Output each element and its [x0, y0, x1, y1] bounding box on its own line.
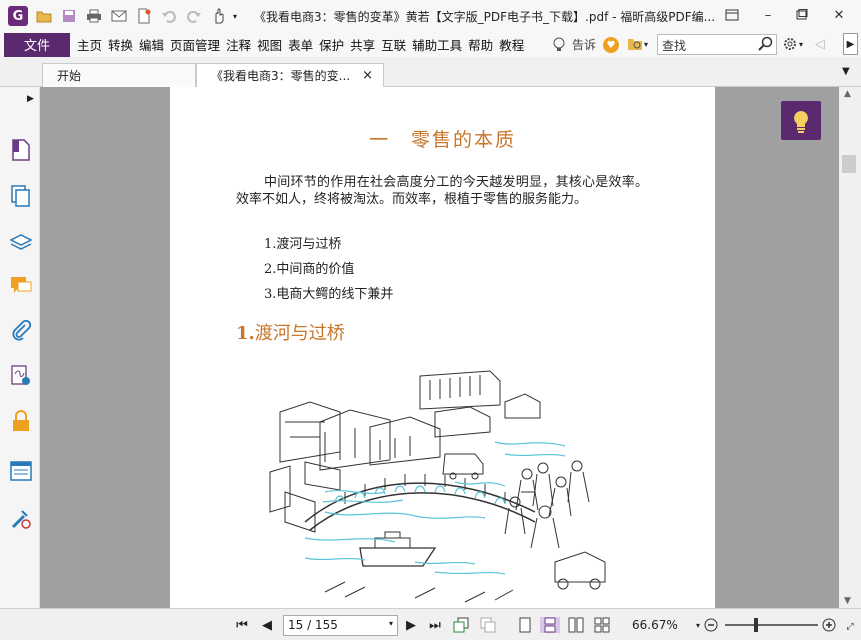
attachments-icon[interactable]: [10, 320, 32, 342]
layers-icon[interactable]: [10, 231, 32, 253]
previous-view-icon[interactable]: [453, 617, 469, 633]
tab-list-dropdown-icon[interactable]: ▼: [842, 66, 850, 77]
menu-home[interactable]: 主页: [74, 35, 105, 54]
menu-view[interactable]: 视图: [254, 35, 285, 54]
page-dropdown-icon[interactable]: ▾: [389, 619, 393, 628]
signatures-icon[interactable]: [10, 365, 32, 387]
tab-document-label: 《我看电商3：零售的变...: [211, 69, 351, 83]
tips-lightbulb-button[interactable]: [781, 101, 821, 140]
file-menu-button[interactable]: 文件: [4, 32, 70, 57]
zoom-slider-handle[interactable]: [754, 618, 758, 632]
scroll-thumb[interactable]: [842, 155, 856, 173]
continuous-facing-view-icon[interactable]: [594, 617, 610, 633]
title-bar: G ▾ 《我看电商3：零售的变革》黄若【文字版_PDF电子书_下载】.pdf -…: [0, 0, 861, 32]
menu-connect[interactable]: 互联: [378, 35, 409, 54]
scroll-down-icon[interactable]: ▼: [844, 596, 851, 606]
app-logo-icon[interactable]: G: [8, 6, 28, 26]
zoom-in-icon[interactable]: [821, 617, 837, 633]
expand-panel-icon[interactable]: ▶: [27, 94, 34, 104]
form-fields-icon[interactable]: [10, 460, 32, 482]
menu-share[interactable]: 共享: [347, 35, 378, 54]
zoom-level[interactable]: 66.67%: [632, 618, 678, 632]
tab-close-icon[interactable]: ×: [362, 68, 373, 83]
intro-paragraph: 中间环节的作用在社会高度分工的今天越发明显，其核心是效率。效率不如人，终将被淘汰…: [236, 175, 648, 207]
thumbnails-icon[interactable]: [10, 185, 32, 207]
zoom-out-icon[interactable]: [703, 617, 719, 633]
vertical-scrollbar[interactable]: ▲ ▼: [839, 87, 861, 608]
zoom-slider-track[interactable]: [725, 618, 818, 632]
pages-panel-icon[interactable]: [10, 139, 32, 161]
minimize-icon[interactable]: –: [758, 6, 778, 24]
toc-item: 2.中间商的价值: [264, 262, 355, 277]
redo-icon[interactable]: [185, 7, 203, 25]
menu-form[interactable]: 表单: [285, 35, 316, 54]
previous-page-icon[interactable]: ◀: [259, 617, 275, 633]
ribbon-toggle-icon[interactable]: [722, 6, 742, 24]
menu-edit[interactable]: 编辑: [136, 35, 167, 54]
first-page-icon[interactable]: ⏮: [234, 617, 250, 633]
navigation-sidebar: ▶: [0, 87, 45, 608]
heart-icon[interactable]: ♥: [603, 37, 619, 53]
tell-me[interactable]: 告诉: [552, 36, 596, 53]
menu-items: 主页 转换 编辑 页面管理 注释 视图 表单 保护 共享 互联 辅助工具 帮助 …: [74, 35, 527, 54]
security-lock-icon[interactable]: [10, 410, 32, 432]
tab-bar: 开始 《我看电商3：零售的变... × ▼: [0, 57, 861, 87]
status-bar: ⏮ ◀ 15 / 155 ▾ ▶ ⏭ 66.67% ▾ ⤢: [0, 608, 861, 640]
email-icon[interactable]: [110, 7, 128, 25]
last-page-icon[interactable]: ⏭: [427, 617, 443, 633]
document-viewport[interactable]: 一 零售的本质 中间环节的作用在社会高度分工的今天越发明显，其核心是效率。效率不…: [40, 87, 839, 608]
search-icon[interactable]: [758, 36, 774, 55]
menu-protect[interactable]: 保护: [316, 35, 347, 54]
undo-icon[interactable]: [160, 7, 178, 25]
hand-tool-icon[interactable]: [210, 7, 228, 25]
ribbon-scroll-left-icon[interactable]: ◁: [815, 37, 825, 52]
pdf-page: 一 零售的本质 中间环节的作用在社会高度分工的今天越发明显，其核心是效率。效率不…: [170, 87, 715, 608]
toc-item: 1.渡河与过桥: [264, 237, 342, 252]
save-icon[interactable]: [60, 7, 78, 25]
toc-item: 3.电商大鳄的线下兼并: [264, 287, 394, 302]
lightbulb-icon: [553, 37, 565, 51]
scroll-up-icon[interactable]: ▲: [844, 89, 851, 99]
maximize-icon[interactable]: [792, 6, 812, 24]
window-title: 《我看电商3：零售的变革》黄若【文字版_PDF电子书_下载】.pdf - 福昕高…: [254, 9, 716, 24]
settings-icon[interactable]: ▾: [782, 36, 803, 52]
continuous-view-icon[interactable]: [540, 617, 560, 633]
next-view-icon[interactable]: [480, 617, 496, 633]
tab-start-label: 开始: [57, 69, 82, 83]
section-heading: 1.渡河与过桥: [236, 319, 345, 345]
tab-start[interactable]: 开始: [42, 63, 196, 87]
lightbulb-icon: [794, 110, 808, 133]
chapter-title: 一 零售的本质: [368, 129, 516, 151]
facing-view-icon[interactable]: [568, 617, 584, 633]
print-icon[interactable]: [85, 7, 103, 25]
menu-tutorial[interactable]: 教程: [496, 35, 527, 54]
customize-dropdown-icon[interactable]: ▾: [230, 7, 240, 25]
ribbon-scroll-right-icon[interactable]: ▶: [843, 33, 858, 55]
single-page-view-icon[interactable]: [517, 617, 533, 633]
menu-comment[interactable]: 注释: [223, 35, 254, 54]
menu-help[interactable]: 帮助: [465, 35, 496, 54]
find-options-icon[interactable]: ▾: [627, 37, 648, 51]
river-bridge-illustration: [269, 370, 606, 603]
section-number: 1.: [236, 323, 255, 344]
tell-me-label: 告诉: [572, 38, 597, 52]
comments-icon[interactable]: [10, 275, 32, 297]
menu-page-manage[interactable]: 页面管理: [167, 35, 223, 54]
open-folder-icon[interactable]: [35, 7, 53, 25]
certificate-tool-icon[interactable]: [10, 508, 32, 530]
close-window-icon[interactable]: ✕: [829, 6, 849, 24]
page-number-field[interactable]: 15 / 155 ▾: [283, 615, 398, 636]
menu-bar: 文件 主页 转换 编辑 页面管理 注释 视图 表单 保护 共享 互联 辅助工具 …: [0, 32, 861, 57]
new-document-icon[interactable]: [135, 7, 153, 25]
section-title: 渡河与过桥: [254, 323, 345, 344]
page-number-value: 15 / 155: [288, 618, 338, 632]
menu-accessibility[interactable]: 辅助工具: [409, 35, 465, 54]
next-page-icon[interactable]: ▶: [403, 617, 419, 633]
tab-document[interactable]: 《我看电商3：零售的变... ×: [196, 63, 384, 87]
menu-convert[interactable]: 转换: [105, 35, 136, 54]
fullscreen-icon[interactable]: ⤢: [842, 619, 858, 635]
